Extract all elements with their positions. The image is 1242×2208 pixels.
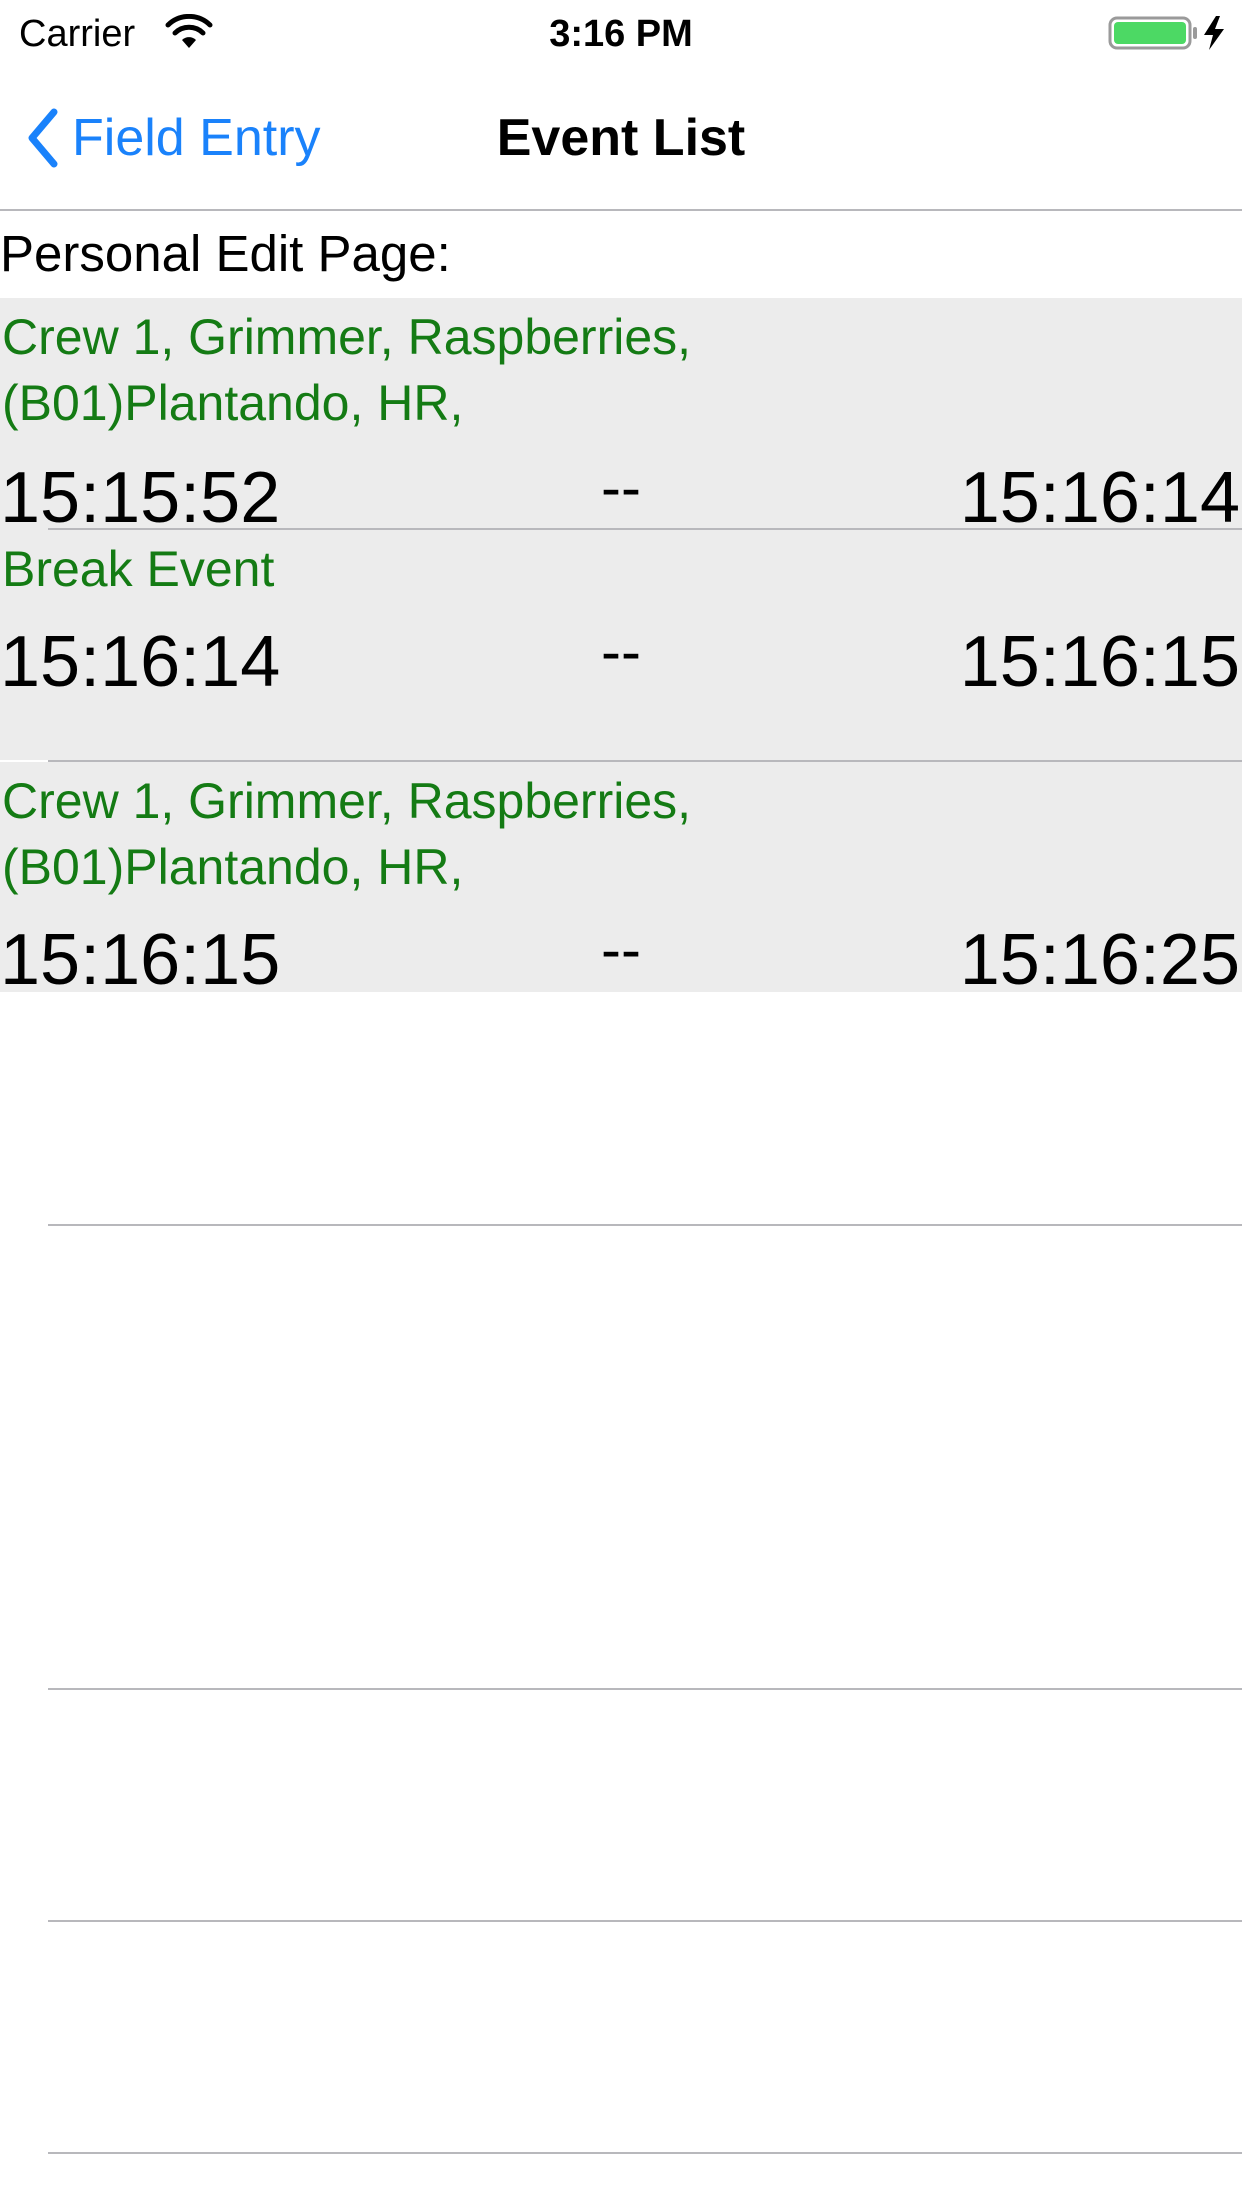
event-row[interactable]: Crew 1, Grimmer, Raspberries, (B01)Plant… xyxy=(0,298,1242,530)
row-divider xyxy=(48,1920,1242,1922)
event-row[interactable]: Crew 1, Grimmer, Raspberries, (B01)Plant… xyxy=(0,762,1242,992)
status-bar: Carrier 3:16 PM xyxy=(0,0,1242,66)
battery-charging-icon xyxy=(1108,16,1224,50)
event-title: Crew 1, Grimmer, Raspberries, (B01)Plant… xyxy=(2,773,692,895)
row-divider xyxy=(48,2152,1242,2154)
event-table: Crew 1, Grimmer, Raspberries, (B01)Plant… xyxy=(0,298,1242,2208)
page-title: Event List xyxy=(496,109,746,167)
event-end-time: 15:16:15 xyxy=(959,622,1240,702)
event-title: Break Event xyxy=(2,541,275,597)
event-end-time: 15:16:25 xyxy=(959,920,1240,992)
row-divider xyxy=(48,1224,1242,1226)
row-divider xyxy=(48,1688,1242,1690)
status-time: 3:16 PM xyxy=(549,13,693,55)
event-end-time: 15:16:14 xyxy=(959,458,1240,530)
navigation-bar: Field Entry Event List xyxy=(0,66,1242,211)
event-title: Crew 1, Grimmer, Raspberries, (B01)Plant… xyxy=(2,309,692,431)
event-row[interactable]: Break Event 15:16:14 -- 15:16:15 xyxy=(0,530,1242,760)
section-label: Personal Edit Page: xyxy=(0,225,451,282)
